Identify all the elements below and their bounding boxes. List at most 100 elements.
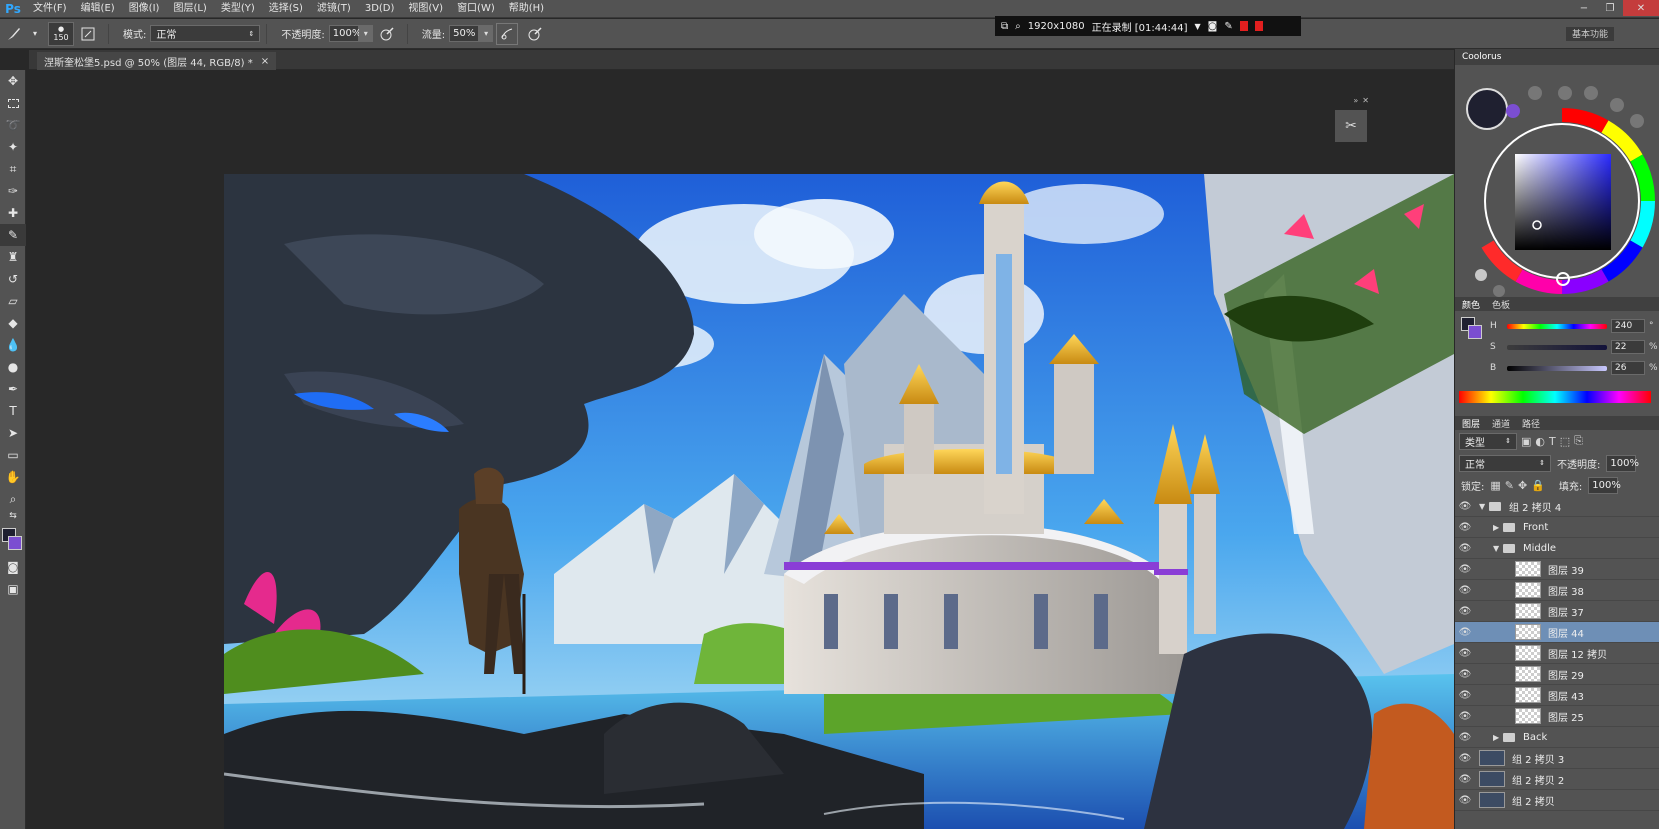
- restore-button[interactable]: ❐: [1597, 0, 1623, 16]
- menu-help[interactable]: 帮助(H): [502, 0, 551, 18]
- brightness-input[interactable]: 26: [1611, 361, 1645, 375]
- hue-slider[interactable]: [1507, 323, 1607, 329]
- canvas-area[interactable]: » ✕ ✂: [27, 70, 1454, 829]
- brush-tool-icon[interactable]: [3, 23, 25, 45]
- saturation-input[interactable]: 22: [1611, 340, 1645, 354]
- disclosure-open-icon[interactable]: ▼: [1493, 544, 1503, 553]
- filter-type-icon[interactable]: T: [1549, 435, 1556, 448]
- layer-row[interactable]: 👁 图层 37: [1455, 601, 1659, 622]
- menu-file[interactable]: 文件(F): [26, 0, 74, 18]
- blend-mode-select[interactable]: 正常 ⇕: [150, 25, 261, 42]
- disclosure-closed-icon[interactable]: ▶: [1493, 733, 1503, 742]
- layer-blend-mode-select[interactable]: 正常 ⇕: [1459, 454, 1551, 472]
- layer-row[interactable]: 👁 图层 39: [1455, 559, 1659, 580]
- saturation-slider[interactable]: [1507, 344, 1607, 350]
- collapse-icon[interactable]: »: [1353, 96, 1358, 106]
- crop-tool-icon[interactable]: ⌗: [0, 158, 26, 180]
- layer-group-row[interactable]: 👁 ▶ Front: [1455, 517, 1659, 538]
- background-color-swatch[interactable]: [8, 536, 22, 550]
- pen-tool-icon[interactable]: ✒: [0, 378, 26, 400]
- menu-edit[interactable]: 编辑(E): [74, 0, 122, 18]
- preset-1-icon[interactable]: [1528, 86, 1542, 100]
- minimize-button[interactable]: −: [1571, 0, 1597, 16]
- eye-icon[interactable]: 👁: [1457, 669, 1473, 680]
- type-tool-icon[interactable]: T: [0, 400, 26, 422]
- menu-window[interactable]: 窗口(W): [450, 0, 502, 18]
- layer-row[interactable]: 👁 组 2 拷贝 3: [1455, 748, 1659, 769]
- airbrush-icon[interactable]: [496, 22, 519, 45]
- healing-brush-tool-icon[interactable]: ✚: [0, 202, 26, 224]
- lock-position-icon[interactable]: ✥: [1518, 479, 1527, 492]
- preset-5-icon[interactable]: [1630, 114, 1644, 128]
- eye-icon[interactable]: 👁: [1457, 690, 1473, 701]
- opacity-input[interactable]: 100%: [328, 25, 361, 42]
- document-tab[interactable]: 涅斯奎松堡5.psd @ 50% (图层 44, RGB/8) * ×: [37, 52, 277, 70]
- layer-group-row[interactable]: 👁 ▼ 组 2 拷贝 4: [1455, 496, 1659, 517]
- dodge-tool-icon[interactable]: ●: [0, 356, 26, 378]
- tab-color[interactable]: 颜色: [1459, 298, 1483, 311]
- fill-input[interactable]: 100%: [1588, 476, 1621, 494]
- eye-icon[interactable]: 👁: [1457, 501, 1473, 512]
- close-button[interactable]: ✕: [1623, 0, 1659, 16]
- eye-icon[interactable]: 👁: [1457, 732, 1473, 743]
- path-selection-tool-icon[interactable]: ➤: [0, 422, 26, 444]
- capture-window-icon[interactable]: ⧉: [1001, 21, 1008, 32]
- eye-icon[interactable]: 👁: [1457, 606, 1473, 617]
- filter-shape-icon[interactable]: ⬚: [1560, 435, 1570, 448]
- camera-icon[interactable]: ◙: [1208, 21, 1218, 32]
- layer-row[interactable]: 👁 图层 38: [1455, 580, 1659, 601]
- blur-tool-icon[interactable]: 💧: [0, 334, 26, 356]
- eye-icon[interactable]: 👁: [1457, 627, 1473, 638]
- menu-type[interactable]: 类型(Y): [214, 0, 262, 18]
- layer-group-row[interactable]: 👁 ▶ Back: [1455, 727, 1659, 748]
- eyedropper-tool-icon[interactable]: ✑: [0, 180, 26, 202]
- menu-select[interactable]: 选择(S): [262, 0, 310, 18]
- coolorus-tab[interactable]: Coolorus: [1459, 52, 1504, 62]
- layer-row[interactable]: 👁 组 2 拷贝: [1455, 790, 1659, 811]
- history-brush-tool-icon[interactable]: ↺: [0, 268, 26, 290]
- rectangle-tool-icon[interactable]: ▭: [0, 444, 26, 466]
- brush-panel-toggle-icon[interactable]: [77, 23, 99, 45]
- layer-opacity-input[interactable]: 100%: [1606, 454, 1639, 472]
- eye-icon[interactable]: 👁: [1457, 795, 1473, 806]
- play-icon[interactable]: [1493, 285, 1505, 297]
- layer-row[interactable]: 👁 图层 29: [1455, 664, 1659, 685]
- filter-pixel-icon[interactable]: ▣: [1521, 435, 1531, 448]
- layer-filter-select[interactable]: 类型 ⇕: [1459, 432, 1517, 450]
- preset-4-icon[interactable]: [1610, 98, 1624, 112]
- tab-layers[interactable]: 图层: [1459, 417, 1483, 430]
- menu-view[interactable]: 视图(V): [401, 0, 450, 18]
- filter-adjustment-icon[interactable]: ◐: [1535, 435, 1545, 448]
- pressure-opacity-icon[interactable]: [376, 23, 398, 45]
- tab-swatches[interactable]: 色板: [1489, 298, 1513, 311]
- preset-3-icon[interactable]: [1584, 86, 1598, 100]
- menu-layer[interactable]: 图层(L): [166, 0, 213, 18]
- palette-icon[interactable]: [1475, 269, 1487, 281]
- eye-icon[interactable]: 👁: [1457, 585, 1473, 596]
- tab-channels[interactable]: 通道: [1489, 417, 1513, 430]
- brush-size-picker[interactable]: ● 150: [48, 21, 74, 46]
- close-tab-icon[interactable]: ×: [261, 56, 269, 67]
- layer-row[interactable]: 👁 组 2 拷贝 2: [1455, 769, 1659, 790]
- stop-icon[interactable]: [1254, 21, 1263, 31]
- eye-icon[interactable]: 👁: [1457, 753, 1473, 764]
- layer-row[interactable]: 👁 图层 43: [1455, 685, 1659, 706]
- layer-row[interactable]: 👁 图层 12 拷贝: [1455, 643, 1659, 664]
- eye-icon[interactable]: 👁: [1457, 564, 1473, 575]
- menu-filter[interactable]: 滤镜(T): [310, 0, 358, 18]
- workspace-switcher[interactable]: 基本功能: [1566, 27, 1615, 41]
- magic-wand-tool-icon[interactable]: ✦: [0, 136, 26, 158]
- artwork-castle-painting[interactable]: [224, 174, 1454, 829]
- tool-preset-dropdown-icon[interactable]: ▾: [31, 23, 39, 45]
- pressure-size-icon[interactable]: [524, 23, 546, 45]
- move-tool-icon[interactable]: ✥: [0, 70, 26, 92]
- opacity-dropdown-icon[interactable]: ▾: [358, 25, 373, 42]
- paint-bucket-tool-icon[interactable]: ◆: [0, 312, 26, 334]
- filter-smart-object-icon[interactable]: ⎘: [1574, 434, 1583, 448]
- eye-icon[interactable]: 👁: [1457, 774, 1473, 785]
- swap-colors-icon[interactable]: ⇆: [0, 510, 26, 522]
- flow-input[interactable]: 50%: [449, 25, 480, 42]
- eye-icon[interactable]: 👁: [1457, 522, 1473, 533]
- spectrum-bar[interactable]: [1459, 391, 1651, 403]
- zoom-icon[interactable]: ⌕: [1015, 21, 1021, 32]
